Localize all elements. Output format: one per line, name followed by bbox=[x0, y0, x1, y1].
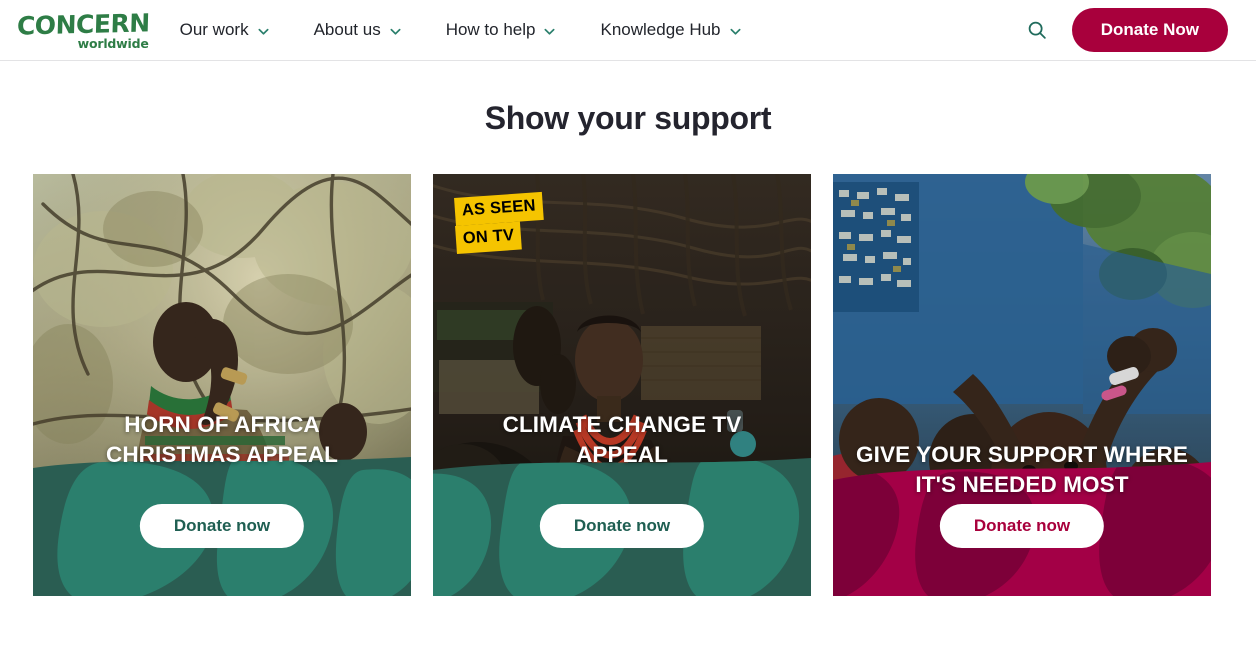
support-card-where-needed-most[interactable]: GIVE YOUR SUPPORT WHERE IT'S NEEDED MOST… bbox=[833, 174, 1211, 596]
chevron-down-icon bbox=[389, 25, 402, 38]
site-header: CONCERN worldwide Our work About us How … bbox=[0, 0, 1256, 61]
donate-now-button[interactable]: Donate Now bbox=[1071, 8, 1228, 52]
tv-badge-line-2: ON TV bbox=[455, 220, 523, 253]
nav-item-about-us[interactable]: About us bbox=[314, 12, 402, 48]
support-card-grid: HORN OF AFRICA CHRISTMAS APPEAL Donate n… bbox=[0, 174, 1256, 596]
logo-wordmark: CONCERN bbox=[16, 8, 151, 41]
nav-item-label: Knowledge Hub bbox=[600, 20, 721, 39]
card-donate-button[interactable]: Donate now bbox=[939, 504, 1105, 548]
chevron-down-icon bbox=[257, 25, 270, 38]
support-card-horn-of-africa[interactable]: HORN OF AFRICA CHRISTMAS APPEAL Donate n… bbox=[33, 174, 411, 596]
main-content: Show your support HORN OF AFRICA CHRISTM… bbox=[0, 100, 1256, 596]
card-title: GIVE YOUR SUPPORT WHERE IT'S NEEDED MOST bbox=[856, 441, 1188, 497]
nav-item-how-to-help[interactable]: How to help bbox=[446, 12, 557, 48]
logo-tagline: worldwide bbox=[77, 35, 149, 51]
tv-badge-line-1: AS SEEN bbox=[454, 191, 544, 226]
nav-item-label: How to help bbox=[445, 20, 536, 39]
support-card-climate-change-tv[interactable]: AS SEEN ON TV CLIMATE CHANGE TV APPEAL D… bbox=[433, 174, 811, 596]
nav-item-label: About us bbox=[313, 20, 381, 39]
nav-item-label: Our work bbox=[179, 20, 249, 39]
card-donate-button[interactable]: Donate now bbox=[139, 504, 305, 548]
chevron-down-icon bbox=[543, 25, 556, 38]
header-actions: Donate Now bbox=[1024, 8, 1228, 52]
page-title: Show your support bbox=[484, 100, 772, 136]
nav-item-our-work[interactable]: Our work bbox=[180, 12, 270, 48]
chevron-down-icon bbox=[729, 25, 742, 38]
card-title: HORN OF AFRICA CHRISTMAS APPEAL bbox=[105, 411, 339, 467]
search-icon[interactable] bbox=[1024, 17, 1050, 43]
logo[interactable]: CONCERN worldwide bbox=[16, 8, 151, 51]
card-donate-button[interactable]: Donate now bbox=[539, 504, 705, 548]
main-navigation: Our work About us How to help Knowledge … bbox=[180, 12, 742, 48]
as-seen-on-tv-badge: AS SEEN ON TV bbox=[454, 191, 544, 253]
card-title: CLIMATE CHANGE TV APPEAL bbox=[502, 411, 742, 467]
nav-item-knowledge-hub[interactable]: Knowledge Hub bbox=[600, 12, 741, 48]
